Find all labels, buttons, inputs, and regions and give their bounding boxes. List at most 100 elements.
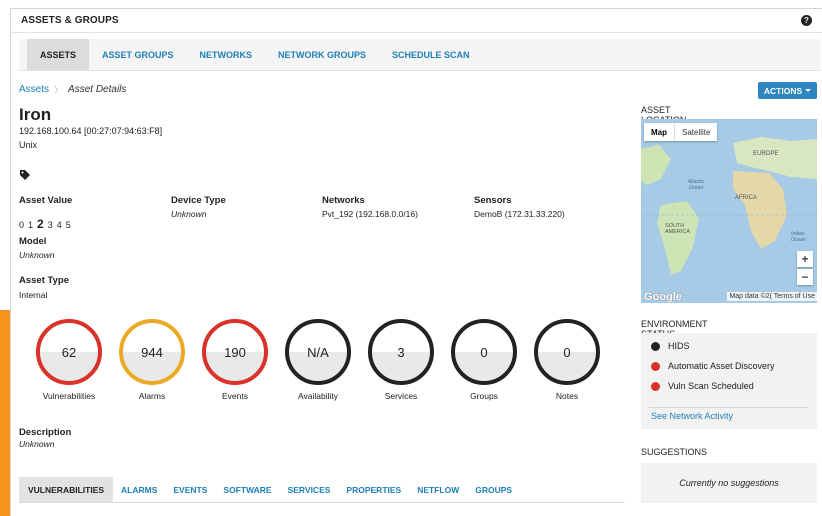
- asset-name: Iron: [19, 105, 52, 124]
- tab-events[interactable]: EVENTS: [165, 477, 215, 502]
- map-label-south-america: SOUTH AMERICA: [665, 223, 691, 235]
- map-view-button[interactable]: Map: [644, 123, 674, 141]
- feedback-tab[interactable]: [0, 310, 10, 516]
- asset-value-selector: 0 1 2 3 4 5: [19, 217, 71, 231]
- description-label: Description: [19, 427, 72, 438]
- zoom-out-button[interactable]: −: [797, 269, 813, 285]
- map-footer: Google Map data ©2( Terms of Use: [641, 290, 817, 303]
- breadcrumb-current: Asset Details: [68, 84, 127, 95]
- tab-asset-groups[interactable]: ASSET GROUPS: [89, 39, 187, 70]
- asset-value-2-selected[interactable]: 2: [37, 217, 44, 231]
- tab-network-groups[interactable]: NETWORK GROUPS: [265, 39, 379, 70]
- map-label-europe: EUROPE: [753, 151, 779, 157]
- breadcrumb: Assets 〉 Asset Details: [19, 83, 126, 96]
- detail-tabs: VULNERABILITIES ALARMS EVENTS SOFTWARE S…: [19, 477, 625, 503]
- panel-header: ASSETS & GROUPS ?: [11, 9, 822, 33]
- device-type-label: Device Type: [171, 195, 226, 206]
- google-logo: Google: [644, 290, 682, 303]
- help-icon[interactable]: ?: [801, 15, 812, 26]
- env-item-label: HIDS: [668, 341, 690, 351]
- metric-label: Alarms: [138, 391, 166, 401]
- environment-status-box: HIDS Automatic Asset Discovery Vuln Scan…: [641, 333, 817, 429]
- tag-icon[interactable]: [20, 167, 30, 185]
- metric-label: Vulnerabilities: [42, 391, 96, 401]
- metric-ring: 0: [534, 319, 600, 385]
- metric-groups[interactable]: 0 Groups: [444, 319, 524, 401]
- actions-button-label: ACTIONS: [763, 85, 803, 96]
- model-label: Model: [19, 236, 47, 247]
- tab-netflow[interactable]: NETFLOW: [409, 477, 467, 502]
- asset-value-5[interactable]: 5: [66, 220, 71, 230]
- location-map[interactable]: Map Satellite EUROPE Atlantic Ocean AFRI…: [641, 119, 817, 303]
- asset-value-3[interactable]: 3: [48, 220, 53, 230]
- env-item-label: Vuln Scan Scheduled: [668, 381, 754, 391]
- assets-panel: ASSETS & GROUPS ? ASSETS ASSET GROUPS NE…: [10, 8, 822, 516]
- status-dot-icon: [651, 361, 660, 371]
- metric-ring: 190: [202, 319, 268, 385]
- metric-ring: 0: [451, 319, 517, 385]
- map-label-indian: Indian Ocean: [791, 231, 806, 243]
- tab-networks[interactable]: NETWORKS: [187, 39, 266, 70]
- metric-vulnerabilities[interactable]: 62 Vulnerabilities: [29, 319, 109, 401]
- status-dot-icon: [651, 341, 660, 351]
- zoom-in-button[interactable]: +: [797, 251, 813, 267]
- panel-title: ASSETS & GROUPS: [21, 15, 119, 26]
- metric-services[interactable]: 3 Services: [361, 319, 441, 401]
- breadcrumb-separator: 〉: [54, 85, 64, 95]
- metric-ring: 3: [368, 319, 434, 385]
- tab-assets[interactable]: ASSETS: [27, 39, 90, 70]
- asset-os: Unix: [19, 140, 38, 150]
- metric-notes[interactable]: 0 Notes: [527, 319, 607, 401]
- tab-vulnerabilities[interactable]: VULNERABILITIES: [19, 477, 114, 502]
- see-network-activity-link[interactable]: See Network Activity: [651, 411, 733, 421]
- caret-down-icon: [805, 89, 812, 92]
- model-value: Unknown: [19, 250, 55, 260]
- metric-ring: 62: [36, 319, 102, 385]
- metric-ring: 944: [119, 319, 185, 385]
- suggestions-title: SUGGESTIONS: [641, 447, 708, 457]
- tab-software[interactable]: SOFTWARE: [215, 477, 279, 502]
- suggestions-box: Currently no suggestions: [641, 463, 817, 503]
- env-item-vuln-scan: Vuln Scan Scheduled: [651, 381, 754, 391]
- metric-label: Events: [222, 391, 248, 401]
- map-type-toggle: Map Satellite: [644, 123, 718, 141]
- asset-value-1[interactable]: 1: [28, 220, 33, 230]
- tab-services[interactable]: SERVICES: [280, 477, 339, 502]
- map-label-africa: AFRICA: [735, 195, 758, 201]
- description-value: Unknown: [19, 439, 55, 449]
- actions-button[interactable]: ACTIONS: [758, 82, 817, 99]
- asset-ip-mac: 192.168.100.64 [00:27:07:94:63:F8]: [19, 126, 163, 136]
- map-label-atlantic: Atlantic Ocean: [687, 179, 705, 191]
- main-tabs: ASSETS ASSET GROUPS NETWORKS NETWORK GRO…: [19, 39, 821, 71]
- satellite-view-button[interactable]: Satellite: [674, 123, 717, 141]
- asset-value-0[interactable]: 0: [19, 220, 24, 230]
- device-type-value: Unknown: [171, 209, 207, 219]
- env-item-hids: HIDS: [651, 341, 690, 351]
- env-item-label: Automatic Asset Discovery: [668, 361, 775, 371]
- divider: [649, 407, 809, 408]
- sensors-value: DemoB (172.31.33.220): [474, 209, 565, 219]
- tab-alarms[interactable]: ALARMS: [113, 477, 165, 502]
- asset-value-4[interactable]: 4: [57, 220, 62, 230]
- metric-label: Groups: [470, 391, 498, 401]
- suggestions-empty-text: Currently no suggestions: [679, 478, 779, 488]
- map-attribution[interactable]: Map data ©2( Terms of Use: [727, 292, 817, 301]
- networks-label: Networks: [322, 195, 365, 206]
- metric-availability[interactable]: N/A Availability: [278, 319, 358, 401]
- tab-properties[interactable]: PROPERTIES: [338, 477, 409, 502]
- asset-type-value: Internal: [19, 290, 48, 300]
- metric-label: Notes: [555, 391, 579, 401]
- world-map-graphic: [641, 119, 817, 303]
- metric-events[interactable]: 190 Events: [195, 319, 275, 401]
- tab-schedule-scan[interactable]: SCHEDULE SCAN: [379, 39, 483, 70]
- tab-groups[interactable]: GROUPS: [467, 477, 520, 502]
- asset-type-label: Asset Type: [19, 275, 69, 286]
- breadcrumb-assets-link[interactable]: Assets: [19, 84, 49, 95]
- status-dot-icon: [651, 381, 660, 391]
- left-stripe: [0, 0, 10, 516]
- networks-value: Pvt_192 (192.168.0.0/16): [322, 209, 418, 219]
- asset-value-label: Asset Value: [19, 195, 73, 206]
- metric-ring: N/A: [285, 319, 351, 385]
- env-item-asset-discovery: Automatic Asset Discovery: [651, 361, 775, 371]
- metric-alarms[interactable]: 944 Alarms: [112, 319, 192, 401]
